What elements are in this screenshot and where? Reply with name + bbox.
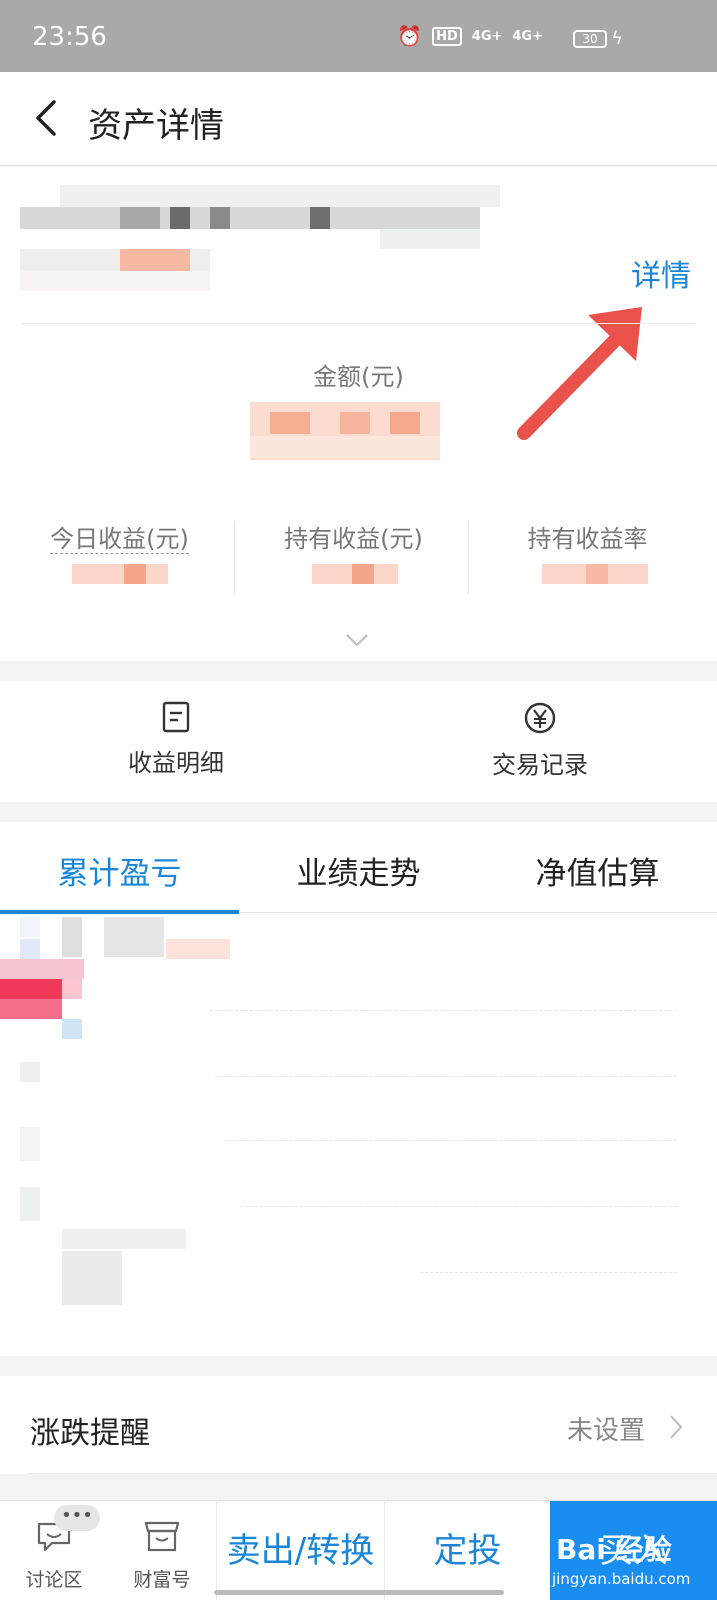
chart-content-redacted [0,917,230,1305]
chart-gridline [420,1272,677,1273]
action-row: 收益明细 交易记录 [0,681,717,802]
alarm-icon: ⏰ [397,24,423,48]
battery-icon: 30 [573,30,607,48]
hd-indicator: HD [432,26,462,46]
earnings-detail-button[interactable]: 收益明细 [76,701,276,778]
header: 资产详情 [0,72,717,166]
price-alert-row[interactable]: 涨跌提醒 未设置 [0,1376,717,1474]
store-icon [144,1521,180,1552]
action-label: 交易记录 [492,751,588,779]
price-alert-status: 未设置 [566,1416,645,1446]
stat-label: 持有收益(元) [284,525,423,553]
fund-name-redacted [20,185,500,291]
tab-cumulative-pnl[interactable]: 累计盈亏 [0,848,239,893]
chart-gridline [215,1076,677,1077]
stat-holding-rate: 持有收益率 [468,519,707,554]
transaction-record-button[interactable]: 交易记录 [440,701,640,780]
stat-label: 今日收益(元) [50,525,189,554]
document-icon [162,701,190,733]
chart-gridline [210,1010,677,1011]
chart-tabs-panel: 累计盈亏 业绩走势 净值估算 [0,822,717,1356]
active-tab-indicator [0,910,239,914]
holding-rate-redacted [542,564,648,584]
stat-today-profit: 今日收益(元) [0,519,239,554]
row-divider [28,1473,717,1474]
baidu-watermark: Bai 经验 [556,1533,672,1566]
signal-icon-1: 4G+ [471,28,503,44]
page-title: 资产详情 [88,106,224,146]
today-profit-redacted [72,564,168,584]
amount-label: 金额(元) [313,363,404,391]
stat-label: 持有收益率 [527,525,648,553]
sell-convert-button[interactable]: 卖出/转换 [216,1501,384,1600]
charging-icon: ϟ [611,28,623,49]
signal-icon-2: 4G+ [512,28,543,44]
nav-label: 讨论区 [25,1569,83,1591]
chevron-right-icon [670,1415,683,1439]
more-badge: ••• [54,1505,100,1531]
discussion-nav-item[interactable]: ••• 讨论区 [0,1501,108,1600]
status-time: 23:56 [32,22,107,52]
action-label: 收益明细 [128,749,224,777]
chart-gridline [240,1206,677,1207]
amount-value-redacted [250,402,440,460]
back-arrow-icon[interactable] [28,98,68,138]
price-alert-label: 涨跌提醒 [30,1416,150,1451]
tab-bar: 累计盈亏 业绩走势 净值估算 [0,822,717,914]
asset-summary-card: 详情 金额(元) 今日收益(元) 持有收益(元) 持有收益率 [0,167,717,661]
baidu-watermark-url: jingyan.baidu.com [552,1570,691,1588]
detail-link[interactable]: 详情 [631,251,691,295]
card-divider [22,323,695,324]
chart-gridline [225,1140,677,1141]
status-icons: ⏰ HD 4G+ 4G+ [397,24,597,48]
yuan-circle-icon [524,702,556,734]
holding-profit-redacted [312,564,398,584]
tab-nav-estimate[interactable]: 净值估算 [478,848,717,893]
expand-chevron-icon[interactable] [345,633,369,647]
home-indicator [214,1590,504,1595]
tab-performance-trend[interactable]: 业绩走势 [239,848,478,893]
wealth-nav-item[interactable]: 财富号 [108,1501,216,1600]
fixed-invest-button[interactable]: 定投 [384,1501,550,1600]
status-bar: 23:56 ⏰ HD 4G+ 4G+ 30 ϟ [0,0,717,72]
stat-holding-profit: 持有收益(元) [234,519,473,554]
nav-label: 财富号 [133,1569,191,1591]
